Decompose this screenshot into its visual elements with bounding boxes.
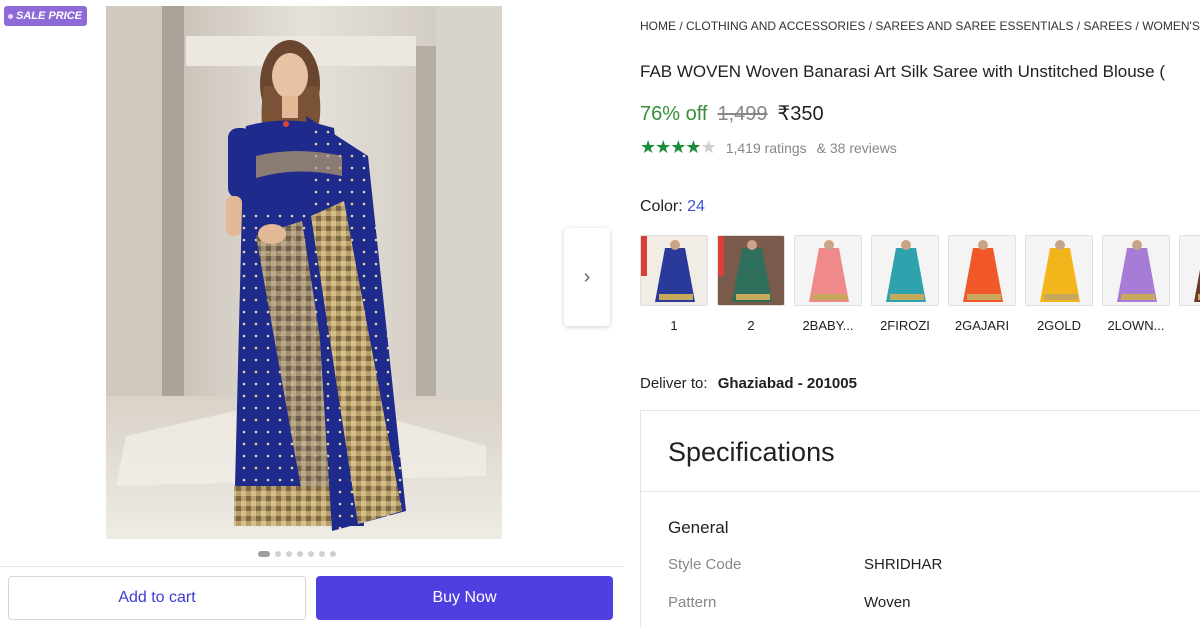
gallery-dot[interactable] — [319, 551, 325, 557]
gallery-next-button[interactable]: › — [564, 228, 610, 326]
breadcrumb-womens-sarees[interactable]: WOMEN'S SAREES — [1142, 19, 1200, 33]
breadcrumb-saree-essentials[interactable]: SAREES AND SAREE ESSENTIALS — [875, 19, 1073, 33]
saree-model-photo — [106, 6, 502, 539]
swatch-label: 1 — [670, 318, 678, 333]
swatch-thumbnail — [1179, 235, 1200, 306]
product-main-image[interactable] — [106, 6, 502, 539]
color-swatch[interactable]: 2 — [717, 235, 785, 333]
swatch-label: 2MA — [1179, 318, 1200, 333]
ratings-count: 1,419 ratings — [725, 139, 807, 156]
color-swatch[interactable]: 2LOWN... — [1102, 235, 1170, 333]
buy-now-button[interactable]: Buy Now — [316, 576, 613, 620]
swatch-thumbnail — [640, 235, 708, 306]
swatch-label: 2LOWN... — [1107, 318, 1165, 333]
spec-key: Pattern — [668, 594, 717, 611]
swatch-thumbnail — [1025, 235, 1093, 306]
swatch-thumbnail — [794, 235, 862, 306]
swatch-thumbnail — [1102, 235, 1170, 306]
badge-dot-icon — [8, 13, 13, 19]
product-page: SALE PRICE › Add to cart Buy Now HOME / … — [0, 0, 1200, 627]
gallery-dot[interactable] — [297, 551, 303, 557]
delivery-pincode: Ghaziabad - 201005 — [717, 375, 857, 392]
reviews-count: & 38 reviews — [816, 139, 897, 156]
star-icon: ★ — [640, 137, 656, 157]
swatch-label: 2GAJARI — [954, 318, 1010, 333]
gallery-dot[interactable] — [275, 551, 281, 557]
spec-row: Pattern Woven — [668, 594, 910, 611]
star-icon: ★ — [685, 137, 701, 157]
swatch-label: 2FIROZI — [880, 318, 930, 333]
color-swatch[interactable]: 2BABY... — [794, 235, 862, 333]
spec-row: Style Code SHRIDHAR — [668, 556, 942, 573]
color-label-text: Color: — [640, 198, 683, 215]
spec-value: SHRIDHAR — [864, 556, 943, 573]
color-count: 24 — [687, 198, 705, 215]
divider — [0, 566, 624, 567]
color-swatch[interactable]: 2GAJARI — [948, 235, 1016, 333]
add-to-cart-button[interactable]: Add to cart — [8, 576, 306, 620]
delivery-location[interactable]: Deliver to: Ghaziabad - 201005 — [640, 375, 857, 392]
breadcrumb: HOME / CLOTHING AND ACCESSORIES / SAREES… — [640, 19, 1200, 33]
star-icon: ★ — [670, 137, 686, 157]
swatch-label: 2BABY... — [802, 318, 854, 333]
discount-percent: 76% off — [640, 103, 708, 125]
spec-section-general: General — [668, 518, 729, 537]
divider — [641, 491, 1200, 492]
color-swatches: 1 2 2BABY... 2FIROZI 2GAJARI 2GOLD 2LOWN... 2MA — [640, 235, 1200, 333]
gallery-dot[interactable] — [308, 551, 314, 557]
rating-row[interactable]: ★★★★★ 1,419 ratings & 38 reviews — [640, 137, 897, 158]
color-swatch[interactable]: 2FIROZI — [871, 235, 939, 333]
gallery-dot[interactable] — [286, 551, 292, 557]
gallery-pagination — [258, 551, 336, 557]
sale-price-badge: SALE PRICE — [4, 6, 88, 26]
gallery-dot[interactable] — [330, 551, 336, 557]
color-swatch[interactable]: 2GOLD — [1025, 235, 1093, 333]
breadcrumb-home[interactable]: HOME — [640, 19, 676, 33]
spec-key: Style Code — [668, 556, 742, 573]
swatch-thumbnail — [871, 235, 939, 306]
swatch-thumbnail — [717, 235, 785, 306]
color-label: Color: 24 — [640, 198, 705, 216]
color-swatch[interactable]: 2MA — [1179, 235, 1200, 333]
gallery-dot[interactable] — [258, 551, 270, 557]
original-price: 1,499 — [717, 103, 768, 125]
price-row: 76% off 1,499 ₹350 — [640, 101, 824, 126]
sale-price-label: SALE PRICE — [16, 10, 83, 22]
chevron-right-icon: › — [583, 265, 591, 288]
specifications-panel: Specifications General Style Code SHRIDH… — [640, 410, 1200, 627]
swatch-thumbnail — [948, 235, 1016, 306]
star-rating: ★★★★★ — [640, 137, 717, 158]
product-title: FAB WOVEN Woven Banarasi Art Silk Saree … — [640, 62, 1166, 81]
color-swatch[interactable]: 1 — [640, 235, 708, 333]
star-icon: ★ — [655, 137, 671, 157]
selling-price: ₹350 — [777, 103, 824, 125]
swatch-label: 2 — [747, 318, 755, 333]
breadcrumb-clothing[interactable]: CLOTHING AND ACCESSORIES — [686, 19, 865, 33]
spec-value: Woven — [864, 594, 911, 611]
breadcrumb-sarees[interactable]: SAREES — [1084, 19, 1133, 33]
swatch-label: 2GOLD — [1036, 318, 1082, 333]
star-icon: ★ — [700, 137, 717, 157]
deliver-to-label: Deliver to: — [640, 375, 708, 392]
specifications-title: Specifications — [668, 437, 835, 467]
